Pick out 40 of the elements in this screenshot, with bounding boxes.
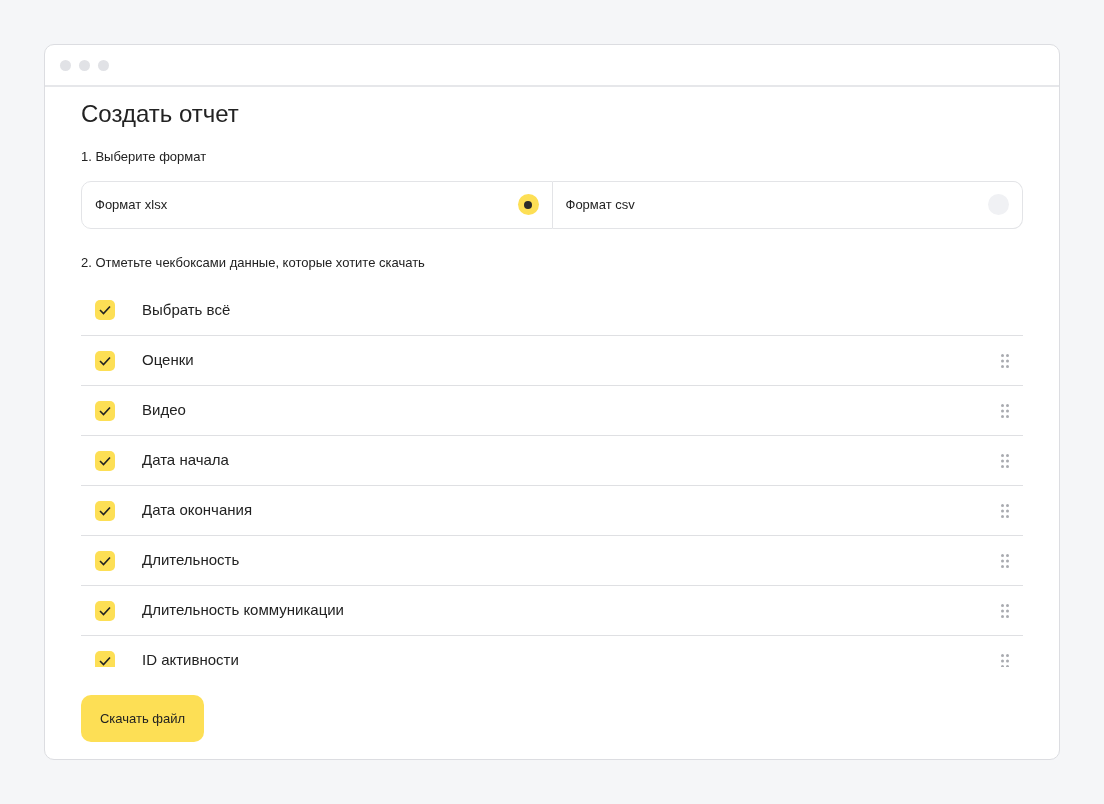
checkbox[interactable] <box>95 650 115 667</box>
check-icon <box>99 455 111 466</box>
checkbox[interactable] <box>95 550 115 571</box>
format-option[interactable]: Формат csv <box>552 180 1023 229</box>
field-label: Выбрать всё <box>142 299 232 320</box>
field-label: ID активности <box>142 650 240 667</box>
drag-handle-icon[interactable] <box>1001 653 1009 667</box>
checkbox[interactable] <box>95 600 115 621</box>
drag-handle-icon[interactable] <box>1001 553 1009 568</box>
check-icon <box>99 355 111 366</box>
field-label: Дата окончания <box>142 500 254 521</box>
field-label: Видео <box>142 400 187 421</box>
checkbox[interactable] <box>95 450 115 471</box>
download-button[interactable]: Скачать файл <box>81 695 204 742</box>
format-option[interactable]: Формат xlsx <box>81 180 553 229</box>
field-label: Длительность <box>142 550 241 571</box>
check-icon <box>99 655 111 666</box>
checkbox[interactable] <box>95 300 115 320</box>
page-title: Создать отчет <box>81 99 240 129</box>
check-icon <box>99 305 111 315</box>
field-label: Оценки <box>142 350 195 371</box>
check-icon <box>99 555 111 566</box>
section-label: 1. Выберите формат <box>81 148 208 166</box>
check-icon <box>99 505 111 516</box>
field-label: Дата начала <box>142 450 230 471</box>
field-label: Длительность коммуникации <box>142 600 345 621</box>
section-label: 2. Отметьте чекбоксами данные, которые хотите скачать <box>81 253 426 272</box>
checkbox[interactable] <box>95 400 115 421</box>
drag-handle-icon[interactable] <box>1001 453 1009 468</box>
radio-button[interactable] <box>517 194 539 215</box>
drag-handle-icon[interactable] <box>1001 603 1009 618</box>
option-label: Формат xlsx <box>95 195 168 214</box>
check-icon <box>99 405 111 416</box>
drag-handle-icon[interactable] <box>1001 403 1009 418</box>
check-icon <box>99 605 111 616</box>
option-label: Формат csv <box>565 195 635 214</box>
drag-handle-icon[interactable] <box>1001 503 1009 518</box>
drag-handle-icon[interactable] <box>1001 353 1009 368</box>
checkbox[interactable] <box>95 500 115 521</box>
checkbox[interactable] <box>95 350 115 371</box>
